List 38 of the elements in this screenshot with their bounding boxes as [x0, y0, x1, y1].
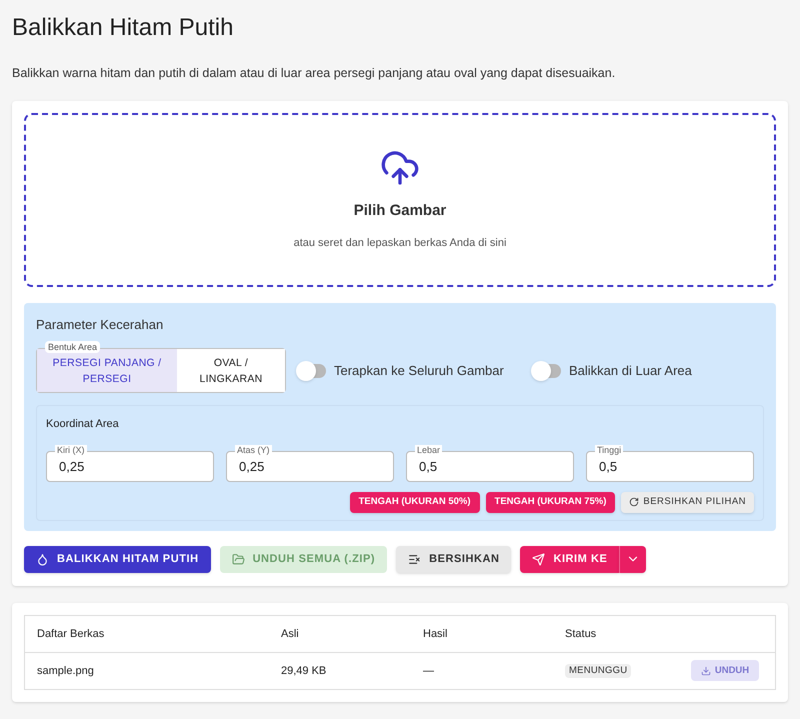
folder-icon	[232, 552, 245, 566]
center-button[interactable]: TENGAH (UKURAN 50%)	[350, 492, 480, 513]
download-icon	[700, 666, 711, 676]
toggle-switch[interactable]	[298, 364, 326, 378]
drop-zone[interactable]: Pilih Gambar atau seret dan lepaskan berkas Anda di sini	[24, 112, 776, 287]
column-header: Asli	[281, 626, 300, 642]
page-title: Balikkan Hitam Putih	[12, 14, 234, 42]
clear-selection-button[interactable]: BERSIHKAN PILIHAN	[621, 492, 754, 513]
shape-option[interactable]: PERSEGI PANJANG / PERSEGI	[37, 349, 177, 392]
coordinates-title: Koordinat Area	[46, 417, 120, 432]
field-label: Atas (Y)	[235, 444, 272, 456]
panel-title: Parameter Kecerahan	[36, 316, 164, 334]
switch-label: Balikkan di Luar Area	[569, 362, 692, 380]
clear-list-icon	[408, 552, 422, 566]
page-description: Balikkan warna hitam dan putih di dalam atau di luar area persegi panjang atau oval yang dapat disesuaikan.	[12, 65, 616, 82]
field-label: Lebar	[415, 444, 442, 456]
shape-legend: Bentuk Area	[45, 341, 100, 354]
table-cell-text: sample.png	[37, 664, 95, 678]
dropdown-button[interactable]	[619, 546, 646, 573]
droplet-icon	[36, 552, 49, 566]
column-header: Status	[565, 626, 598, 642]
action-button[interactable]: BALIKKAN HITAM PUTIH	[24, 546, 211, 573]
toggle-switch[interactable]	[533, 364, 561, 378]
column-header: Daftar Berkas	[37, 626, 106, 642]
send-to-button[interactable]: KIRIM KE	[520, 546, 620, 573]
table-cell-text: —	[423, 664, 435, 678]
refresh-icon	[629, 497, 640, 508]
switch-label: Terapkan ke Seluruh Gambar	[334, 362, 504, 380]
field-label: Tinggi	[595, 444, 624, 456]
column-header: Hasil	[423, 626, 448, 642]
drop-hint: atau seret dan lepaskan berkas Anda di sini	[294, 236, 506, 251]
field-label: Kiri (X)	[55, 444, 86, 456]
send-icon	[532, 552, 546, 566]
action-button[interactable]: BERSIHKAN	[396, 546, 512, 573]
center-button[interactable]: TENGAH (UKURAN 75%)	[486, 492, 616, 513]
drop-title: Pilih Gambar	[354, 201, 446, 222]
table-cell-text: 29,49 KB	[281, 664, 328, 678]
status-badge: MENUNGGU	[565, 664, 632, 678]
